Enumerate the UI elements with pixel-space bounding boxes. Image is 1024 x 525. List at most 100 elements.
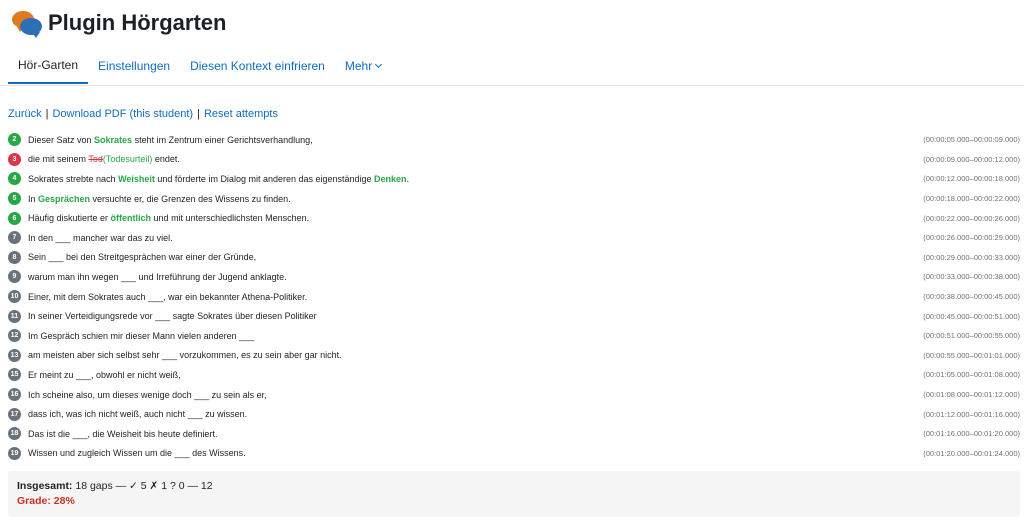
transcript-row: 2 Dieser Satz von Sokrates steht im Zentr… (8, 130, 1020, 150)
sentence-fragment: und förderte im Dialog mit anderen das e… (154, 173, 375, 184)
line-number-badge: 9 (8, 270, 21, 284)
transcript-row: 16 Ich scheine also, um dieses wenige doc… (8, 385, 1020, 405)
sentence-fragment: Ich scheine also, um dieses wenige doch … (28, 389, 267, 400)
tab-kontext-einfrieren[interactable]: Diesen Kontext einfrieren (180, 48, 335, 84)
summary-stats: 18 gaps — ✓ 5 ✗ 1 ? 0 — 12 (75, 480, 213, 492)
back-link[interactable]: Zurück (8, 108, 42, 120)
timestamp-range: (00:00:55.000–00:01:01.000) (923, 350, 1020, 360)
wrong-answer: Tod (88, 154, 103, 165)
sentence-fragment: Wissen und zugleich Wissen um die ___ de… (28, 448, 246, 459)
timestamp-range: (00:01:05.000–00:01:08.000) (923, 370, 1020, 380)
sentence-text: In Gesprächen versuchte er, die Grenzen … (28, 194, 923, 204)
sentence-text: Häufig diskutierte er öffentlich und mit… (28, 213, 923, 223)
reset-attempts-link[interactable]: Reset attempts (204, 108, 278, 120)
sentence-fragment: warum man ihn wegen ___ und Irreführung … (28, 271, 287, 282)
correct-answer: Gesprächen (38, 193, 91, 204)
transcript-row: 15 Er meint zu ___, obwohl er nicht weiß,… (8, 365, 1020, 385)
transcript-row: 13 am meisten aber sich selbst sehr ___ v… (8, 346, 1020, 366)
timestamp-range: (00:00:38.000–00:00:45.000) (923, 292, 1020, 302)
speech-bubbles-icon (10, 8, 42, 38)
nav-tabs: Hör-Garten Einstellungen Diesen Kontext … (8, 48, 391, 86)
timestamp-range: (00:01:20.000–00:01:24.000) (923, 448, 1020, 458)
summary-box: Insgesamt: 18 gaps — ✓ 5 ✗ 1 ? 0 — 12 Gr… (8, 471, 1020, 517)
sentence-fragment: Sein ___ bei den Streitgesprächen war ei… (28, 252, 257, 263)
tab-hoer-garten[interactable]: Hör-Garten (8, 48, 89, 84)
summary-label: Insgesamt: (17, 480, 73, 492)
sentence-fragment: Das ist die ___, die Weisheit bis heute … (28, 428, 218, 439)
action-links: Zurück | Download PDF (this student) | Reset… (8, 108, 278, 120)
transcript-row: 17 dass ich, was ich nicht weiß, auch nic… (8, 404, 1020, 424)
separator: | (45, 108, 49, 120)
transcript-row: 19 Wissen und zugleich Wissen um die ___ … (8, 444, 1020, 464)
sentence-fragment: Häufig diskutierte er (28, 213, 111, 224)
grade-text: Grade: 28% (17, 495, 75, 507)
sentence-fragment: In den ___ mancher war das zu viel. (28, 232, 173, 243)
sentence-fragment: am meisten aber sich selbst sehr ___ vor… (28, 350, 342, 361)
separator: | (197, 108, 200, 120)
transcript-row: 11 In seiner Verteidigungsrede vor ___ sa… (8, 306, 1020, 326)
timestamp-range: (00:00:12.000–00:00:18.000) (923, 174, 1020, 184)
timestamp-range: (00:00:29.000–00:00:33.000) (923, 252, 1020, 262)
sentence-text: In seiner Verteidigungsrede vor ___ sagt… (28, 311, 923, 321)
sentence-text: Im Gespräch schien mir dieser Mann viele… (28, 331, 923, 341)
sentence-text: In den ___ mancher war das zu viel. (28, 233, 923, 243)
sentence-fragment: endet. (152, 154, 180, 165)
page-title: Plugin Hörgarten (48, 10, 227, 35)
timestamp-range: (00:00:33.000–00:00:38.000) (923, 272, 1020, 282)
timestamp-range: (00:01:16.000–00:01:20.000) (923, 429, 1020, 439)
timestamp-range: (00:00:45.000–00:00:51.000) (923, 311, 1020, 321)
sentence-text: dass ich, was ich nicht weiß, auch nicht… (28, 409, 923, 419)
transcript-row: 12 Im Gespräch schien mir dieser Mann vie… (8, 326, 1020, 346)
timestamp-range: (00:00:05.000–00:00:09.000) (923, 135, 1020, 145)
line-number-badge: 3 (8, 152, 21, 166)
page-header: Plugin Hörgarten (10, 6, 226, 40)
tab-divider (0, 85, 1024, 86)
transcript-row: 5 In Gesprächen versuchte er, die Grenzen… (8, 189, 1020, 209)
line-number-badge: 15 (8, 368, 21, 382)
sentence-fragment: Sokrates strebte nach (28, 173, 119, 184)
line-number-badge: 5 (8, 192, 21, 206)
transcript-row: 6 Häufig diskutierte er öffentlich und mi… (8, 208, 1020, 228)
line-number-badge: 18 (8, 427, 21, 441)
sentence-fragment: In seiner Verteidigungsrede vor ___ sagt… (28, 311, 317, 322)
tab-einstellungen[interactable]: Einstellungen (88, 48, 180, 84)
download-pdf-link[interactable]: Download PDF (this student) (52, 108, 193, 120)
expected-answer: (Todesurteil) (102, 154, 153, 165)
sentence-fragment: Er meint zu ___, obwohl er nicht weiß, (28, 369, 181, 380)
transcript-row: 3 die mit seinem Tod(Todesurteil) endet.(… (8, 150, 1020, 170)
tab-mehr-label: Mehr (344, 59, 373, 73)
sentence-fragment: steht im Zentrum einer Gerichtsverhandlu… (132, 134, 313, 145)
sentence-text: Das ist die ___, die Weisheit bis heute … (28, 429, 923, 439)
sentence-fragment: die mit seinem (28, 154, 89, 165)
sentence-fragment: Einer, mit dem Sokrates auch ___, war ei… (28, 291, 308, 302)
transcript-row: 8 Sein ___ bei den Streitgesprächen war e… (8, 248, 1020, 268)
correct-answer: Weisheit (118, 173, 155, 184)
sentence-text: Wissen und zugleich Wissen um die ___ de… (28, 448, 923, 458)
transcript-row: 10 Einer, mit dem Sokrates auch ___, war … (8, 287, 1020, 307)
line-number-badge: 19 (8, 446, 21, 460)
correct-answer: Denken (374, 173, 407, 184)
transcript-list: 2 Dieser Satz von Sokrates steht im Zentr… (8, 130, 1020, 463)
line-number-badge: 11 (8, 309, 21, 323)
transcript-row: 18 Das ist die ___, die Weisheit bis heut… (8, 424, 1020, 444)
timestamp-range: (00:00:22.000–00:00:26.000) (923, 213, 1020, 223)
line-number-badge: 12 (8, 329, 21, 343)
tab-mehr[interactable]: Mehr (335, 48, 391, 84)
sentence-fragment: versuchte er, die Grenzen des Wissens zu… (90, 193, 291, 204)
line-number-badge: 4 (8, 172, 21, 186)
timestamp-range: (00:00:26.000–00:00:29.000) (923, 233, 1020, 243)
sentence-text: Er meint zu ___, obwohl er nicht weiß, (28, 370, 923, 380)
line-number-badge: 7 (8, 231, 21, 245)
sentence-text: Sokrates strebte nach Weisheit und förde… (28, 174, 923, 184)
timestamp-range: (00:01:08.000–00:01:12.000) (923, 390, 1020, 400)
transcript-row: 7 In den ___ mancher war das zu viel. (00:… (8, 228, 1020, 248)
line-number-badge: 2 (8, 133, 21, 147)
line-number-badge: 16 (8, 388, 21, 402)
sentence-text: am meisten aber sich selbst sehr ___ vor… (28, 350, 923, 360)
sentence-fragment: . (406, 173, 410, 184)
sentence-fragment: Im Gespräch schien mir dieser Mann viele… (28, 330, 255, 341)
line-number-badge: 10 (8, 290, 21, 304)
sentence-text: Sein ___ bei den Streitgesprächen war ei… (28, 252, 923, 262)
chevron-down-icon (375, 60, 383, 69)
sentence-text: Einer, mit dem Sokrates auch ___, war ei… (28, 292, 923, 302)
